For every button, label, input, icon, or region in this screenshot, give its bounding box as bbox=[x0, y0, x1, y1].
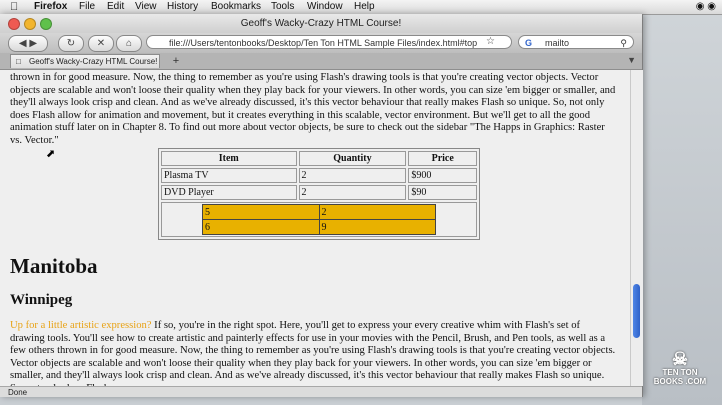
url-input[interactable]: file:///Users/tentonbooks/Desktop/Ten To… bbox=[146, 35, 512, 49]
window-title: Geoff's Wacky-Crazy HTML Course! bbox=[240, 18, 402, 29]
intro-paragraph: thrown in for good measure. Now, the thi… bbox=[10, 72, 616, 146]
table-cell: Plasma TV bbox=[161, 168, 297, 183]
heading-manitoba: Manitoba bbox=[10, 254, 98, 278]
heading-winnipeg: Winnipeg bbox=[10, 292, 73, 308]
table-cell: $900 bbox=[408, 168, 477, 183]
mac-menu-bar:  Firefox File Edit View History Bookmar… bbox=[0, 0, 722, 15]
table-cell: DVD Player bbox=[161, 185, 297, 200]
body-paragraph: Up for a little artistic expression? If … bbox=[10, 320, 616, 386]
page-content: thrown in for good measure. Now, the thi… bbox=[0, 70, 630, 386]
nested-cell: 9 bbox=[318, 219, 436, 235]
tab-strip: □ Geoff's Wacky-Crazy HTML Course! + ▼ bbox=[0, 53, 642, 70]
menu-window[interactable]: Window bbox=[307, 0, 343, 14]
scrollbar-thumb[interactable] bbox=[633, 284, 640, 338]
browser-window: Geoff's Wacky-Crazy HTML Course! ◀ ▶ ↻ ✕… bbox=[0, 14, 643, 397]
reload-icon: ↻ bbox=[66, 38, 76, 49]
header-price: Price bbox=[408, 151, 477, 166]
close-window-icon[interactable] bbox=[8, 18, 20, 30]
status-icons: ◉ ◉ bbox=[695, 1, 716, 12]
zoom-window-icon[interactable] bbox=[40, 18, 52, 30]
search-input[interactable]: G mailto ⚲ bbox=[518, 35, 634, 49]
items-table: Item Quantity Price Plasma TV 2 $900 DVD… bbox=[158, 148, 480, 240]
tab-list-icon[interactable]: ▼ bbox=[627, 55, 636, 65]
status-bar: Done bbox=[0, 386, 642, 397]
forward-arrow-icon[interactable]: ▶ bbox=[29, 38, 37, 49]
ten-ton-books-logo: ☠ TEN TON BOOKS .COM bbox=[648, 350, 712, 392]
home-button[interactable]: ⌂ bbox=[116, 35, 142, 52]
nested-row: 6 9 bbox=[202, 219, 436, 235]
menu-history[interactable]: History bbox=[167, 0, 198, 14]
menu-help[interactable]: Help bbox=[354, 0, 375, 14]
table-row: 5 2 6 9 bbox=[161, 202, 477, 237]
table-header-row: Item Quantity Price bbox=[161, 151, 477, 166]
watermark-text: TEN TON BOOKS .COM bbox=[653, 368, 707, 386]
menu-app-firefox[interactable]: Firefox bbox=[34, 0, 67, 14]
desktop-background bbox=[642, 14, 722, 405]
minimize-window-icon[interactable] bbox=[24, 18, 36, 30]
nested-cell: 6 bbox=[202, 219, 320, 235]
stop-icon: ✕ bbox=[96, 38, 106, 49]
navigation-toolbar: ◀ ▶ ↻ ✕ ⌂ file:///Users/tentonbooks/Desk… bbox=[0, 33, 642, 53]
nested-table-cell: 5 2 6 9 bbox=[161, 202, 477, 237]
menu-file[interactable]: File bbox=[79, 0, 95, 14]
nested-cell: 2 bbox=[318, 204, 436, 220]
artistic-expression-link[interactable]: Up for a little artistic expression? bbox=[10, 320, 152, 331]
plus-icon: + bbox=[172, 55, 180, 67]
status-text: Done bbox=[8, 388, 28, 397]
vertical-scrollbar[interactable] bbox=[630, 70, 643, 386]
table-cell: 2 bbox=[298, 185, 407, 200]
window-titlebar: Geoff's Wacky-Crazy HTML Course! bbox=[0, 14, 642, 33]
nested-cell: 5 bbox=[202, 204, 320, 220]
new-tab-button[interactable]: + bbox=[166, 55, 186, 67]
header-quantity: Quantity bbox=[298, 151, 407, 166]
reload-button[interactable]: ↻ bbox=[58, 35, 84, 52]
skull-crossbones-icon: ☠ bbox=[671, 349, 689, 369]
search-engine-icon[interactable]: G bbox=[525, 36, 532, 50]
table-row: Plasma TV 2 $900 bbox=[161, 168, 477, 183]
table-cell: 2 bbox=[298, 168, 407, 183]
header-item: Item bbox=[161, 151, 297, 166]
stop-button[interactable]: ✕ bbox=[88, 35, 114, 52]
url-text: file:///Users/tentonbooks/Desktop/Ten To… bbox=[169, 38, 478, 48]
menu-tools[interactable]: Tools bbox=[271, 0, 294, 14]
menu-view[interactable]: View bbox=[135, 0, 157, 14]
back-forward-buttons[interactable]: ◀ ▶ bbox=[8, 35, 48, 52]
apple-menu-icon[interactable]:  bbox=[10, 0, 18, 14]
menu-bookmarks[interactable]: Bookmarks bbox=[211, 0, 261, 14]
nested-table: 5 2 6 9 bbox=[202, 204, 436, 235]
nested-row: 5 2 bbox=[202, 204, 436, 220]
back-arrow-icon[interactable]: ◀ bbox=[19, 38, 27, 49]
search-value: mailto bbox=[545, 38, 570, 48]
search-magnifier-icon[interactable]: ⚲ bbox=[620, 36, 627, 50]
tab-course[interactable]: □ Geoff's Wacky-Crazy HTML Course! bbox=[10, 54, 160, 68]
page-favicon-icon: □ bbox=[16, 57, 21, 66]
table-row: DVD Player 2 $90 bbox=[161, 185, 477, 200]
tab-label: Geoff's Wacky-Crazy HTML Course! bbox=[29, 57, 158, 66]
table-cell: $90 bbox=[408, 185, 477, 200]
home-icon: ⌂ bbox=[125, 38, 133, 49]
bookmark-star-icon[interactable]: ☆ bbox=[486, 36, 495, 47]
mouse-pointer-icon: ⬈ bbox=[46, 148, 56, 160]
menu-edit[interactable]: Edit bbox=[107, 0, 124, 14]
